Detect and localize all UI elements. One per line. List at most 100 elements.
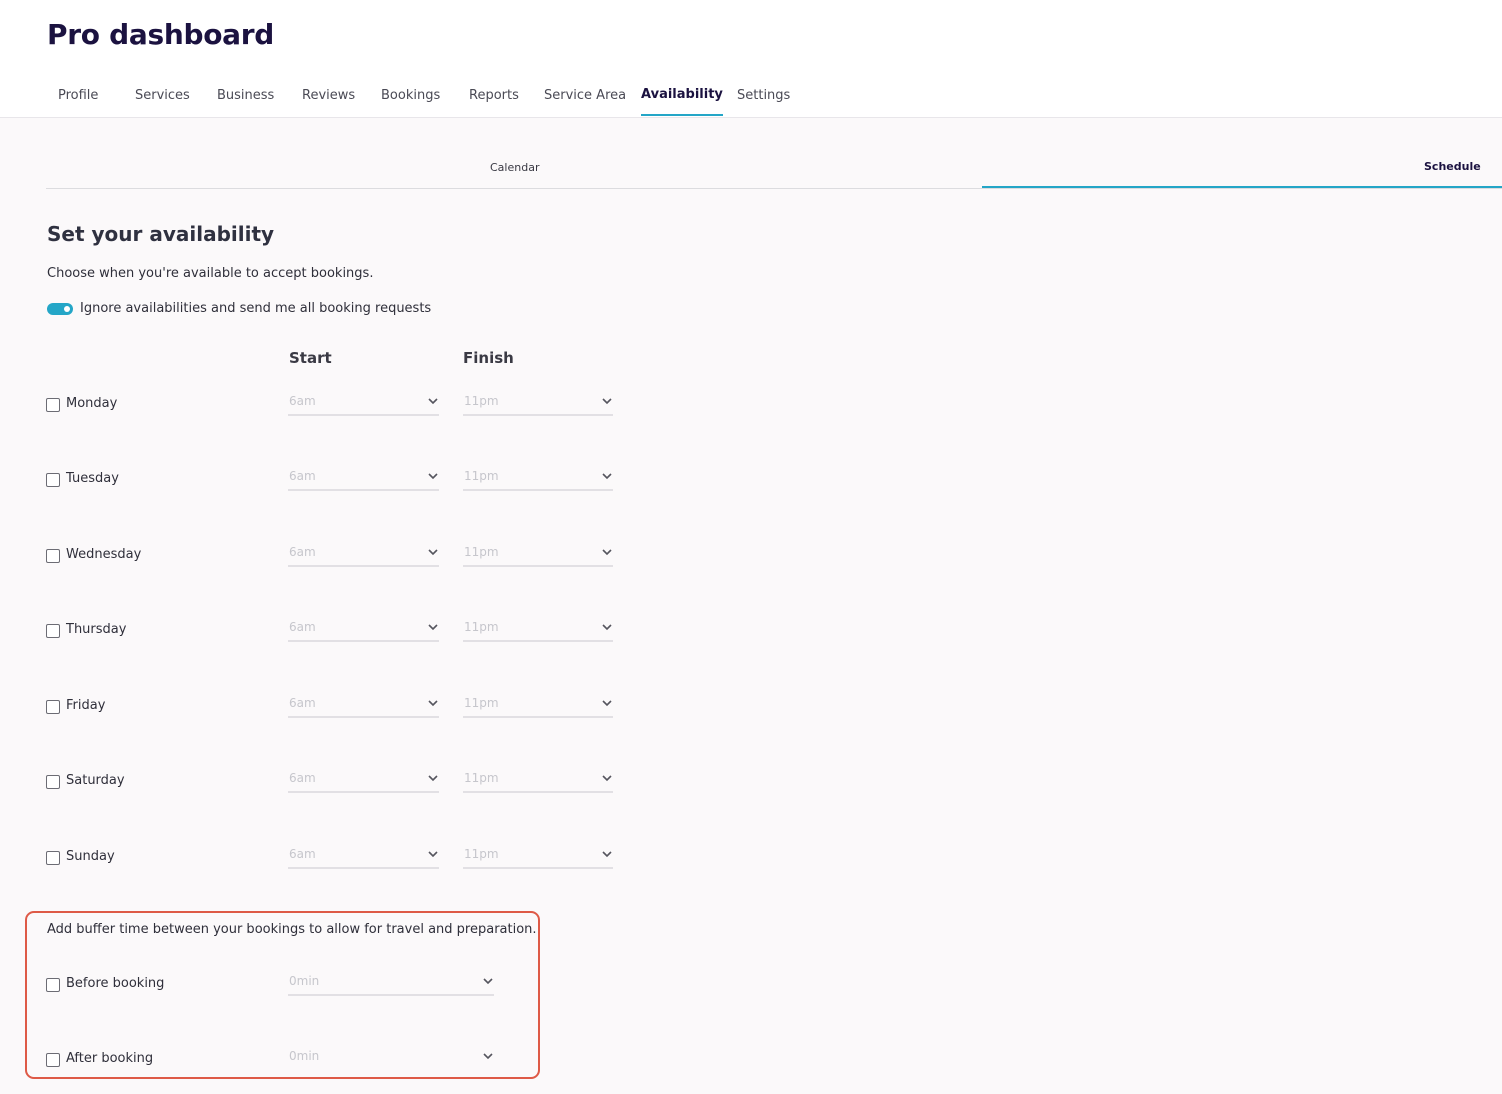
monday-finish-select[interactable]: 11pm: [463, 392, 613, 416]
section-title: Set your availability: [47, 222, 275, 246]
day-row-monday: Monday 6am 11pm: [0, 390, 700, 430]
toggle-knob: [64, 305, 70, 312]
buffer-description: Add buffer time between your bookings to…: [47, 922, 537, 937]
day-label: Tuesday: [66, 471, 119, 486]
chevron-down-icon: [427, 698, 439, 708]
saturday-finish-select[interactable]: 11pm: [463, 769, 613, 793]
chevron-down-icon: [601, 849, 613, 859]
thursday-start-select[interactable]: 6am: [288, 618, 439, 642]
ignore-availability-toggle[interactable]: [47, 302, 73, 315]
subtab-calendar[interactable]: Calendar: [490, 161, 539, 174]
select-value: 11pm: [464, 394, 499, 408]
tab-availability[interactable]: Availability: [641, 87, 723, 117]
ignore-availability-row: Ignore availabilities and send me all bo…: [47, 301, 431, 316]
select-value: 11pm: [464, 545, 499, 559]
saturday-start-select[interactable]: 6am: [288, 769, 439, 793]
chevron-down-icon: [601, 698, 613, 708]
friday-finish-select[interactable]: 11pm: [463, 694, 613, 718]
day-row-sunday: Sunday 6am 11pm: [0, 843, 700, 883]
monday-checkbox[interactable]: [46, 398, 60, 412]
buffer-label: After booking: [66, 1051, 154, 1066]
availability-description: Choose when you're available to accept b…: [47, 266, 374, 281]
friday-start-select[interactable]: 6am: [288, 694, 439, 718]
tab-settings[interactable]: Settings: [737, 88, 790, 118]
tuesday-checkbox[interactable]: [46, 473, 60, 487]
tab-services[interactable]: Services: [135, 88, 190, 118]
tab-service-area[interactable]: Service Area: [544, 88, 626, 118]
chevron-down-icon: [482, 976, 494, 986]
select-value: 6am: [289, 620, 316, 634]
day-row-tuesday: Tuesday 6am 11pm: [0, 465, 700, 505]
main-content: Calendar Schedule Set your availability …: [0, 118, 1502, 1094]
chevron-down-icon: [427, 547, 439, 557]
select-value: 11pm: [464, 847, 499, 861]
day-row-saturday: Saturday 6am 11pm: [0, 767, 700, 807]
after-booking-checkbox[interactable]: [46, 1053, 60, 1067]
wednesday-start-select[interactable]: 6am: [288, 543, 439, 567]
day-label: Thursday: [66, 622, 127, 637]
before-booking-select[interactable]: 0min: [288, 972, 494, 996]
finish-column-header: Finish: [463, 349, 514, 367]
buffer-row-after: After booking 0min: [0, 1045, 700, 1085]
chevron-down-icon: [601, 547, 613, 557]
header: Pro dashboard Profile Services Business …: [0, 0, 1502, 118]
day-row-friday: Friday 6am 11pm: [0, 692, 700, 732]
select-value: 11pm: [464, 771, 499, 785]
chevron-down-icon: [601, 471, 613, 481]
tab-profile[interactable]: Profile: [58, 88, 98, 118]
chevron-down-icon: [427, 849, 439, 859]
sunday-checkbox[interactable]: [46, 851, 60, 865]
sunday-finish-select[interactable]: 11pm: [463, 845, 613, 869]
day-label: Friday: [66, 698, 106, 713]
tab-bookings[interactable]: Bookings: [381, 88, 440, 118]
chevron-down-icon: [601, 622, 613, 632]
tuesday-start-select[interactable]: 6am: [288, 467, 439, 491]
wednesday-checkbox[interactable]: [46, 549, 60, 563]
day-label: Saturday: [66, 773, 125, 788]
thursday-finish-select[interactable]: 11pm: [463, 618, 613, 642]
day-label: Wednesday: [66, 547, 142, 562]
chevron-down-icon: [427, 471, 439, 481]
chevron-down-icon: [427, 396, 439, 406]
buffer-label: Before booking: [66, 976, 165, 991]
tab-reports[interactable]: Reports: [469, 88, 519, 118]
monday-start-select[interactable]: 6am: [288, 392, 439, 416]
day-label: Sunday: [66, 849, 115, 864]
select-value: 6am: [289, 847, 316, 861]
page-title: Pro dashboard: [47, 18, 274, 51]
select-value: 6am: [289, 696, 316, 710]
tab-reviews[interactable]: Reviews: [302, 88, 355, 118]
day-row-wednesday: Wednesday 6am 11pm: [0, 541, 700, 581]
select-value: 11pm: [464, 620, 499, 634]
wednesday-finish-select[interactable]: 11pm: [463, 543, 613, 567]
select-value: 0min: [289, 1049, 320, 1063]
subtab-active-indicator: [982, 186, 1502, 188]
chevron-down-icon: [482, 1051, 494, 1061]
friday-checkbox[interactable]: [46, 700, 60, 714]
tab-business[interactable]: Business: [217, 88, 274, 118]
chevron-down-icon: [601, 773, 613, 783]
select-value: 6am: [289, 771, 316, 785]
day-label: Monday: [66, 396, 118, 411]
before-booking-checkbox[interactable]: [46, 978, 60, 992]
select-value: 11pm: [464, 469, 499, 483]
select-value: 0min: [289, 974, 320, 988]
chevron-down-icon: [601, 396, 613, 406]
after-booking-select[interactable]: 0min: [288, 1047, 494, 1071]
select-value: 11pm: [464, 696, 499, 710]
toggle-label: Ignore availabilities and send me all bo…: [80, 301, 432, 316]
chevron-down-icon: [427, 622, 439, 632]
tuesday-finish-select[interactable]: 11pm: [463, 467, 613, 491]
buffer-row-before: Before booking 0min: [0, 970, 700, 1010]
saturday-checkbox[interactable]: [46, 775, 60, 789]
select-value: 6am: [289, 545, 316, 559]
thursday-checkbox[interactable]: [46, 624, 60, 638]
day-row-thursday: Thursday 6am 11pm: [0, 616, 700, 656]
chevron-down-icon: [427, 773, 439, 783]
sunday-start-select[interactable]: 6am: [288, 845, 439, 869]
select-value: 6am: [289, 469, 316, 483]
select-value: 6am: [289, 394, 316, 408]
subtabs-divider: [46, 188, 1502, 189]
subtab-schedule[interactable]: Schedule: [1424, 160, 1481, 173]
start-column-header: Start: [289, 349, 332, 367]
